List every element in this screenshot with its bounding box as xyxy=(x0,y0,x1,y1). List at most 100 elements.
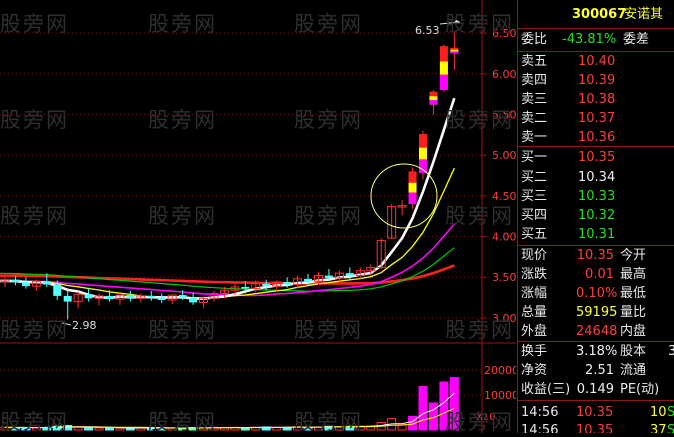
fund-label: 净资 xyxy=(521,363,548,378)
fund-label-2: 股本 xyxy=(620,344,647,359)
candle-body xyxy=(178,295,187,298)
sell-level-label: 卖三 xyxy=(521,92,548,107)
weibi-row: 委比 -43.81% 委差 xyxy=(518,30,674,50)
watermark: 股旁网 xyxy=(294,12,363,36)
buy-level-row: 买三 10.33 xyxy=(518,187,674,207)
volume-axis-label: 10000 xyxy=(484,389,516,402)
fund-value: 3.18% xyxy=(576,344,618,359)
buy-level-row: 买五 10.31 xyxy=(518,225,674,245)
candle-body xyxy=(283,282,292,285)
sell-level-label: 卖四 xyxy=(521,73,548,88)
buy-level-row: 买四 10.32 xyxy=(518,206,674,226)
watermark: 股旁网 xyxy=(0,318,69,342)
quote-label: 现价 xyxy=(521,248,548,263)
volume-bar xyxy=(105,427,114,431)
watermark: 股旁网 xyxy=(445,204,514,228)
candle-body xyxy=(42,281,51,285)
tick-time: 14:56 xyxy=(521,423,559,433)
watermark: 股旁网 xyxy=(0,12,69,36)
sell-level-row: 卖四 10.39 xyxy=(518,71,674,91)
buy-level-row: 买一 10.35 xyxy=(518,148,674,168)
weibi-label: 委比 xyxy=(521,32,548,47)
price-axis-label: 6.00 xyxy=(492,68,516,81)
tick-volume: 37 xyxy=(650,423,667,433)
sell-level-row: 卖一 10.36 xyxy=(518,128,674,148)
buy-level-label: 买三 xyxy=(521,189,548,204)
sell-level-row: 卖三 10.38 xyxy=(518,90,674,110)
sell-level-price: 10.38 xyxy=(578,92,616,107)
watermark: 股旁网 xyxy=(294,108,363,132)
sell-level-price: 10.36 xyxy=(578,130,616,145)
candle-body-highlight xyxy=(419,147,427,160)
quote-value: 10.35 xyxy=(576,248,614,263)
candle-body-highlight xyxy=(419,159,427,174)
candle-body xyxy=(21,282,30,287)
divider xyxy=(518,400,674,401)
volume-bar xyxy=(418,386,428,431)
volume-bar xyxy=(94,427,104,431)
watermark: 股旁网 xyxy=(148,318,217,342)
low-price-label: 2.98 xyxy=(72,319,97,332)
buy-level-label: 买二 xyxy=(521,170,548,185)
stock-name: 安诺其 xyxy=(624,7,664,22)
fund-row: 换手 3.18%股本 3 xyxy=(518,342,674,362)
watermark: 股旁网 xyxy=(0,410,69,434)
watermark: 股旁网 xyxy=(445,410,514,434)
ma10-line xyxy=(0,167,455,299)
candle-body xyxy=(63,295,72,302)
candle-body xyxy=(53,284,62,296)
candle-body-highlight xyxy=(439,61,448,75)
candle-body xyxy=(126,295,135,299)
watermark: 股旁网 xyxy=(294,410,363,434)
tick-price: 10.35 xyxy=(576,405,614,420)
buy-level-price: 10.32 xyxy=(578,208,616,223)
kline-chart[interactable]: 6.50 6.00 5.50 5.00 4.50 4.00 3.50 3.00 20000 100… xyxy=(0,0,519,433)
stock-code: 300067 xyxy=(572,7,627,22)
buy-level-price: 10.34 xyxy=(578,170,616,185)
fund-row: 净资 2.51 流通 xyxy=(518,361,674,381)
buy-level-row: 买二 10.34 xyxy=(518,168,674,188)
weicha-label: 委差 xyxy=(623,32,650,47)
quote-value: 59195 xyxy=(576,305,618,320)
watermark: 股旁网 xyxy=(148,12,217,36)
candle-body xyxy=(262,283,271,287)
watermark: 股旁网 xyxy=(148,204,217,228)
candle-body-highlight xyxy=(408,182,417,193)
quote-row: 外盘 24648 内盘 xyxy=(518,322,674,342)
fund-extra: 3 xyxy=(668,342,674,362)
sell-level-label: 卖二 xyxy=(521,111,548,126)
watermark: 股旁网 xyxy=(445,318,514,342)
high-price-label: 6.53 xyxy=(415,24,440,37)
tick-flag: S xyxy=(667,403,674,423)
quote-label-2: 量比 xyxy=(620,305,647,320)
candle-body xyxy=(11,279,20,283)
sell-level-row: 卖二 10.37 xyxy=(518,109,674,129)
price-axis-label: 4.00 xyxy=(492,231,516,244)
candle-body-highlight xyxy=(429,96,438,101)
quote-label: 总量 xyxy=(521,305,548,320)
candle-body-highlight xyxy=(439,74,448,91)
volume-ma-line xyxy=(4,392,455,429)
quote-value: 0.10% xyxy=(576,286,618,301)
watermark: 股旁网 xyxy=(445,12,514,36)
candle-body xyxy=(324,275,333,279)
quote-row: 涨幅 0.10% 最低 xyxy=(518,284,674,304)
sell-level-price: 10.37 xyxy=(578,111,616,126)
fund-label: 收益(三) xyxy=(521,382,571,397)
candle-body-highlight xyxy=(450,51,459,54)
tick-time: 14:56 xyxy=(521,405,559,420)
candle-body xyxy=(105,295,114,300)
fund-label: 换手 xyxy=(521,344,548,359)
candle-body-highlight xyxy=(450,49,459,52)
quote-row: 现价 10.35 今开 xyxy=(518,246,674,266)
volume-bar xyxy=(115,427,125,431)
sell-level-label: 卖五 xyxy=(521,54,548,69)
candle-body xyxy=(84,294,93,299)
candle-body xyxy=(304,278,313,282)
watermark: 股旁网 xyxy=(148,108,217,132)
buy-level-label: 买一 xyxy=(521,150,548,165)
candle-body-highlight xyxy=(408,192,417,204)
kline-svg[interactable]: 6.506.005.505.004.504.003.503.0020000100… xyxy=(0,0,519,433)
fund-value: 2.51 xyxy=(585,363,614,378)
tick-price: 10.35 xyxy=(576,423,614,433)
